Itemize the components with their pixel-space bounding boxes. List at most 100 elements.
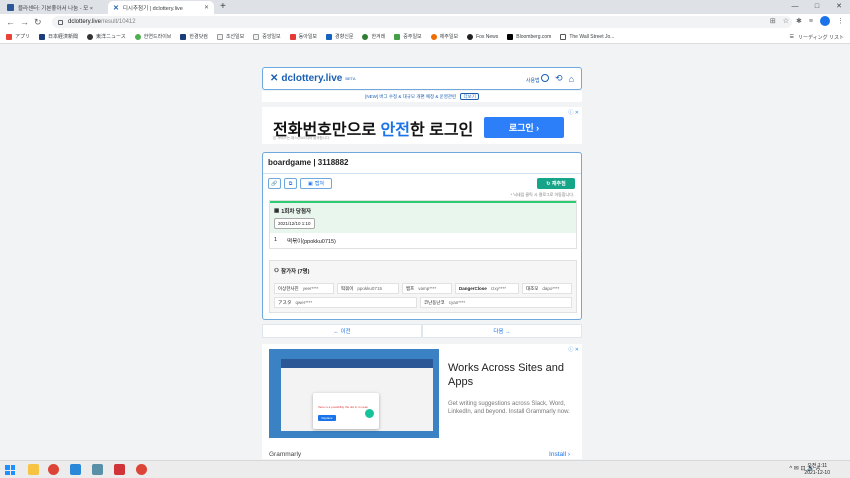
ad-description: Get writing suggestions across Slack, Wo… — [448, 401, 570, 415]
bookmark-item[interactable]: 한경닷컴 — [180, 33, 208, 40]
capture-button[interactable]: ▣ 캡쳐 — [300, 178, 332, 189]
bookmark-item[interactable]: 조선일보 — [216, 33, 244, 40]
apps-icon — [6, 33, 12, 40]
help-icon — [541, 73, 550, 82]
prev-button[interactable]: ← 이전 — [262, 324, 422, 338]
redraw-button[interactable]: ↻ 재추첨 — [537, 178, 575, 189]
copy-link-button[interactable]: 🔗 — [268, 178, 281, 189]
app-icon[interactable] — [92, 464, 103, 475]
history-icon[interactable]: ⟲ — [555, 73, 563, 84]
start-button[interactable] — [5, 465, 15, 475]
minimize-button[interactable]: — — [784, 0, 806, 14]
chrome-active-icon[interactable] — [136, 464, 147, 475]
bookmark-item[interactable]: The Wall Street Jo... — [560, 33, 614, 40]
participant-item[interactable]: 이상한사진 yeer**** — [274, 283, 334, 294]
beta-badge: BETA — [345, 76, 356, 81]
dclottery-favicon-icon: ✕ — [113, 5, 119, 12]
tab-inactive[interactable]: 블라센터: 기본좋아서 나눔 - 모 × — [2, 1, 106, 14]
winner-heading: ▦ 1회차 당첨자 — [274, 208, 312, 215]
winner-section: ▦ 1회차 당첨자 2021/12/10 1:10 1 떡볶이(ppokku071… — [269, 200, 577, 249]
brand-name: dclottery.live — [281, 73, 343, 84]
bookmark-favicon-icon — [362, 33, 369, 40]
close-window-button[interactable]: ✕ — [828, 0, 850, 14]
participant-item[interactable]: 코난동난코 cyan**** — [420, 297, 572, 308]
participants-section: ⚇ 참가자 (7명) 이상한사진 yeer**** 떡볶이 ppokku0715 뱀프… — [269, 260, 577, 313]
tab-strip: 블라센터: 기본좋아서 나눔 - 모 × ✕ 디시추첨기 | dclottery… — [0, 0, 850, 14]
extensions-icon[interactable]: ✱ — [796, 17, 802, 25]
chrome-icon[interactable] — [48, 464, 59, 475]
browser-toolbar: ← → ↻ dclottery.live /result/10412 ⊞ ☆ ✱… — [0, 14, 850, 30]
new-tab-button[interactable]: + — [220, 1, 226, 12]
address-bar[interactable]: dclottery.live /result/10412 — [52, 16, 792, 28]
bookmark-item[interactable]: 한연드라이브 — [134, 33, 171, 40]
bookmark-item[interactable]: アプリ — [6, 33, 30, 40]
logo-icon: ✕ — [270, 73, 279, 84]
bookmark-item[interactable]: 東洋ニュース — [87, 33, 126, 40]
bookmark-item[interactable]: 日本経済新聞 — [39, 33, 78, 40]
site-header: ✕ dclottery.live BETA 사용법 ⟲ ⌂ — [262, 67, 582, 90]
grammarly-ad[interactable]: ⓘ ✕ there is a possibility the dot in it… — [262, 344, 582, 459]
forward-arrow-icon[interactable]: → — [20, 16, 29, 28]
tab-active[interactable]: ✕ 디시추첨기 | dclottery.live ✕ — [108, 1, 214, 14]
copy-button[interactable]: ⧉ — [284, 178, 297, 189]
reading-list-button[interactable]: ☰ リーディング リスト — [789, 30, 844, 44]
site-logo[interactable]: ✕ dclottery.live BETA — [270, 73, 356, 84]
bookmark-item[interactable]: 중주일보 — [394, 33, 422, 40]
bookmark-item[interactable]: 제주일보 — [430, 33, 458, 40]
winner-rank: 1 — [274, 237, 278, 243]
notice-bar[interactable]: [NEW] 버그 수정 & 대규모 개편 예정 & 운영관련 더보기 — [262, 91, 582, 102]
divider — [263, 173, 581, 174]
edge-icon[interactable] — [70, 464, 81, 475]
bookmark-favicon-icon — [180, 33, 187, 40]
bookmark-item[interactable]: 한겨레 — [362, 33, 385, 40]
next-button[interactable]: 다음 → — [422, 324, 582, 338]
notice-more-button[interactable]: 더보기 — [460, 93, 479, 100]
profile-avatar[interactable] — [820, 16, 830, 26]
install-button[interactable]: Install › — [549, 451, 570, 458]
participant-item[interactable]: DangerClose rzxy**** — [455, 283, 519, 294]
tab-title: 블라센터: 기본좋아서 나눔 - 모 × — [18, 5, 93, 12]
bookmark-favicon-icon — [216, 33, 223, 40]
page-content: ✕ dclottery.live BETA 사용법 ⟲ ⌂ [NEW] 버그 수… — [0, 44, 850, 460]
back-arrow-icon[interactable]: ← — [6, 16, 15, 28]
guide-link[interactable]: 사용법 — [526, 73, 550, 84]
reload-icon[interactable]: ↻ — [34, 16, 42, 28]
bookmark-favicon-icon — [467, 33, 474, 40]
link-icon: 🔗 — [271, 180, 278, 187]
ad-headline: Works Across Sites and Apps — [448, 362, 564, 388]
translate-icon[interactable]: ⊞ — [770, 17, 776, 25]
bookmark-item[interactable]: 동아일보 — [289, 33, 317, 40]
url-host: dclottery.live — [68, 19, 101, 25]
bookmark-item[interactable]: 경향신문 — [326, 33, 353, 40]
ad-choices-icon[interactable]: ⓘ ✕ — [568, 346, 579, 353]
star-icon[interactable]: ☆ — [783, 17, 789, 25]
ad-login-button[interactable]: 로그인 › — [484, 117, 564, 138]
ad-choices-icon[interactable]: ⓘ ✕ — [568, 109, 579, 116]
copy-icon: ⧉ — [288, 180, 293, 187]
bookmark-item[interactable]: Fox News — [467, 33, 498, 40]
top-ad-banner[interactable]: ⓘ ✕ 전화번호만으로 안전한 로그인 본 서비스는 패스(PASS)와 함께합… — [262, 107, 582, 144]
maximize-button[interactable]: □ — [806, 0, 828, 14]
home-icon[interactable]: ⌂ — [569, 74, 574, 84]
participant-item[interactable]: 뱀프 vamp**** — [402, 283, 452, 294]
participant-item[interactable]: 떡볶이 ppokku0715 — [337, 283, 399, 294]
menu-dots-icon[interactable]: ⋮ — [837, 17, 844, 25]
clock[interactable]: 오전 1:11 2021-12-10 — [804, 463, 830, 477]
grammarly-logo-icon — [365, 409, 374, 418]
result-panel: boardgame | 3118882 🔗 ⧉ ▣ 캡쳐 ↻ 재추첨 * 닉네임 … — [262, 152, 582, 320]
winner-row[interactable]: 1 떡볶이(ppokku0715) — [274, 237, 336, 245]
bookmark-item[interactable]: 중앙일보 — [253, 33, 281, 40]
notice-text: [NEW] 버그 수정 & 대규모 개편 예정 & 운영관련 — [365, 94, 457, 99]
participant-item[interactable]: アスタ qwer**** — [274, 297, 417, 308]
participant-item[interactable]: 대조모 dapo**** — [522, 283, 572, 294]
winner-name[interactable]: 떡볶이(ppokku0715) — [287, 237, 336, 245]
suggestion-card: there is a possibility the dot in it mea… — [313, 393, 379, 429]
app-icon[interactable] — [114, 464, 125, 475]
reading-list-icon: ☰ — [789, 34, 794, 40]
file-explorer-icon[interactable] — [28, 464, 39, 475]
participants-heading: ⚇ 참가자 (7명) — [274, 268, 310, 275]
close-tab-icon[interactable]: ✕ — [204, 4, 209, 11]
bookmark-item[interactable]: Bloomberg.com — [507, 33, 551, 40]
result-title: boardgame | 3118882 — [268, 158, 349, 167]
reading-list-icon[interactable]: ≡ — [809, 18, 813, 25]
